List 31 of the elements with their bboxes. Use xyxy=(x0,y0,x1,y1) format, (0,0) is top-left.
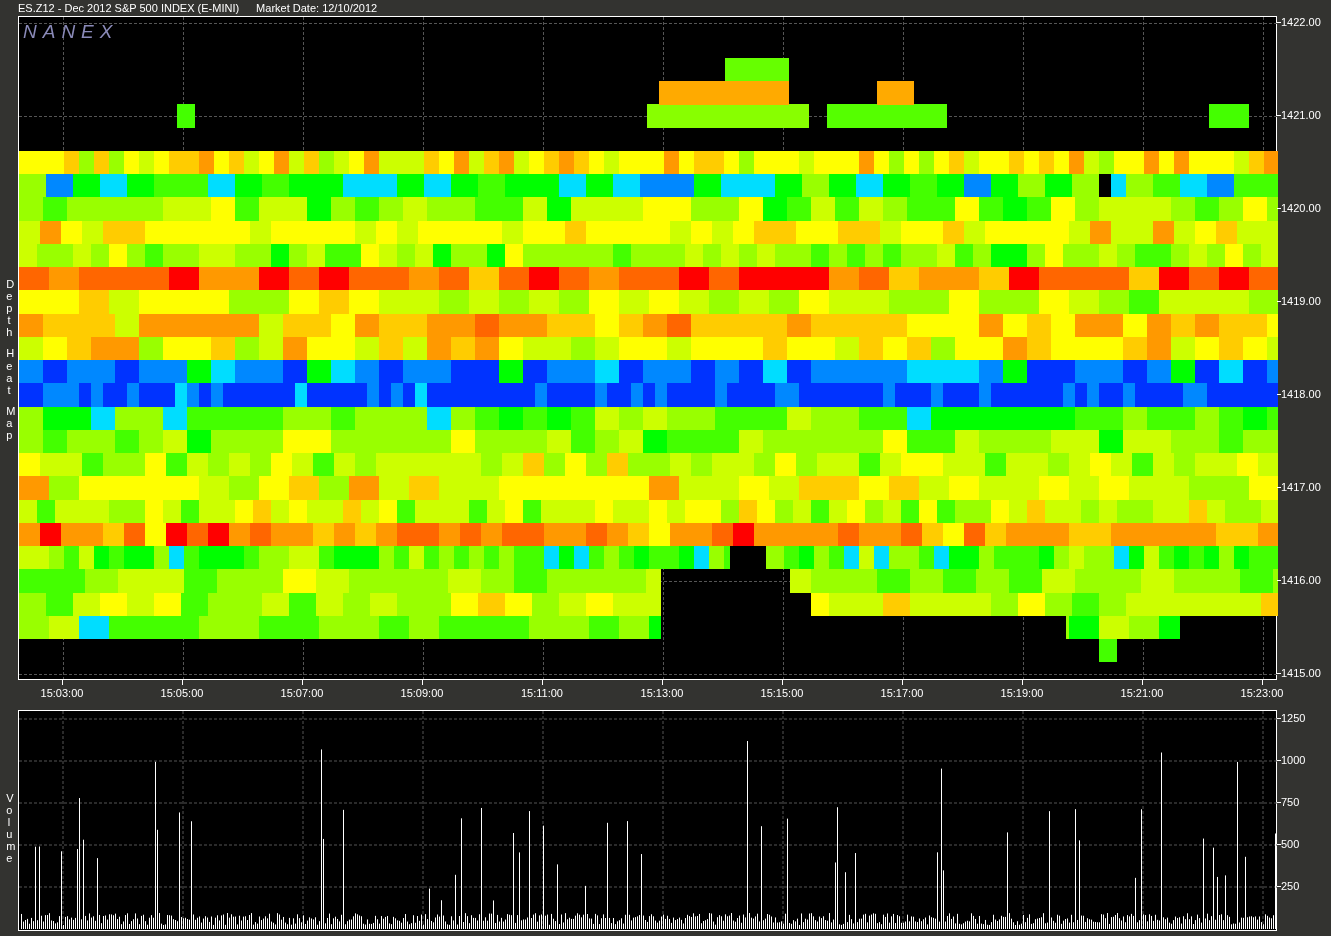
instrument-title: ES.Z12 - Dec 2012 S&P 500 INDEX (E-MINI) xyxy=(18,2,240,14)
time-tick-label: 15:11:00 xyxy=(521,687,563,699)
time-tick-label: 15:19:00 xyxy=(1000,687,1044,699)
price-tick-label: 1418.00 xyxy=(1281,388,1321,400)
volume-tick-label: 1000 xyxy=(1281,754,1306,766)
market-date: Market Date: 12/10/2012 xyxy=(256,2,378,14)
heatmap-price-row xyxy=(725,57,789,82)
time-tick-label: 15:09:00 xyxy=(400,687,444,699)
price-tick-label: 1420.00 xyxy=(1281,202,1321,214)
price-tick-label: 1421.00 xyxy=(1281,109,1321,121)
time-tick-label: 15:03:00 xyxy=(40,687,84,699)
time-tick-label: 15:23:00 xyxy=(1240,687,1284,699)
time-tick-label: 15:15:00 xyxy=(760,687,804,699)
volume-tick-label: 750 xyxy=(1281,796,1300,808)
volume-tick-label: 250 xyxy=(1281,880,1300,892)
time-tick-label: 15:21:00 xyxy=(1120,687,1164,699)
price-tick-label: 1416.00 xyxy=(1281,574,1321,586)
time-tick-label: 15:05:00 xyxy=(160,687,204,699)
price-tick-label: 1415.00 xyxy=(1281,667,1321,679)
price-tick-label: 1422.00 xyxy=(1281,16,1321,28)
time-tick-label: 15:07:00 xyxy=(280,687,324,699)
time-tick-label: 15:13:00 xyxy=(640,687,684,699)
heatmap-price-row xyxy=(1099,639,1117,663)
price-tick-label: 1417.00 xyxy=(1281,481,1321,493)
time-tick-label: 15:17:00 xyxy=(880,687,924,699)
price-tick-label: 1419.00 xyxy=(1281,295,1321,307)
volume-tick-label: 500 xyxy=(1281,838,1300,850)
volume-tick-label: 1250 xyxy=(1281,712,1306,724)
axis-label: Heat xyxy=(6,347,12,396)
axis-label: Depth xyxy=(6,278,12,339)
logo: NANEX xyxy=(23,22,119,41)
